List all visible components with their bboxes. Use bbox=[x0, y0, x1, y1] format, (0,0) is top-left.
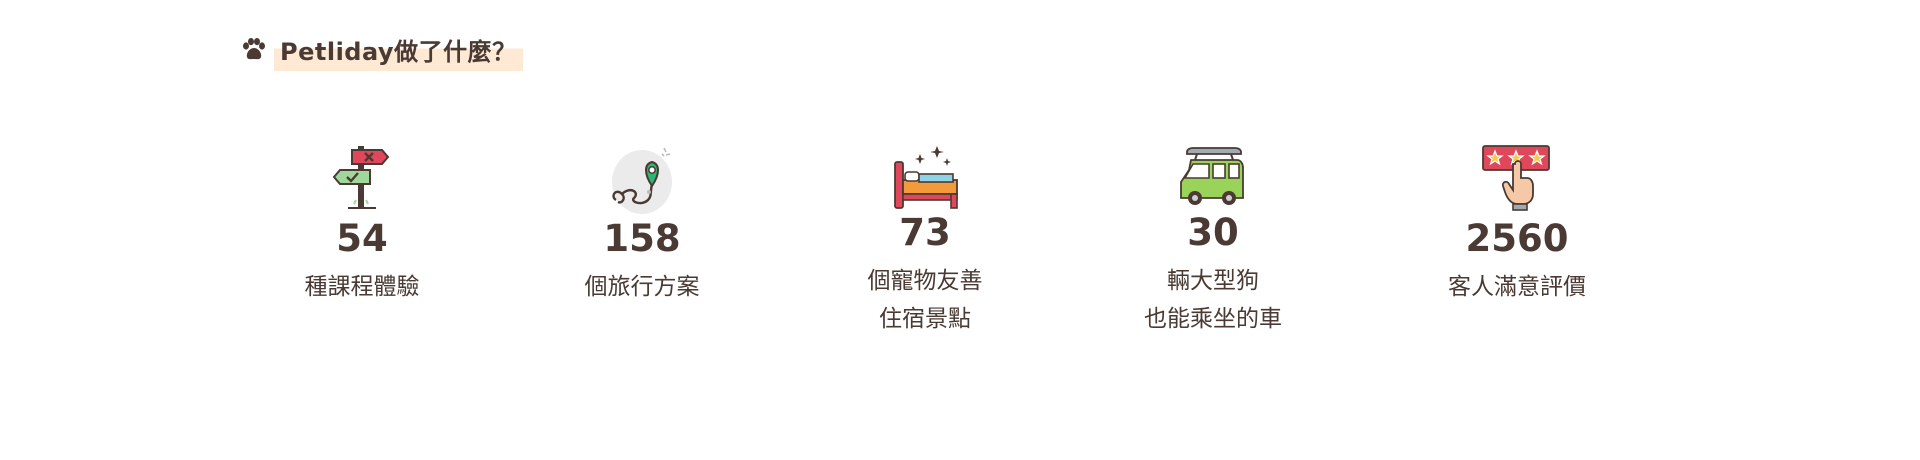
signpost-icon bbox=[332, 146, 390, 209]
stat-travel-plans: 158 個旅行方案 bbox=[522, 140, 762, 306]
stat-number: 54 bbox=[336, 217, 388, 260]
stat-number: 2560 bbox=[1465, 217, 1569, 260]
stat-label: 種課程體驗 bbox=[304, 274, 420, 300]
stat-label: 個寵物友善 住宿景點 bbox=[867, 268, 983, 332]
stat-label: 輛大型狗 也能乘坐的車 bbox=[1144, 268, 1282, 332]
stat-number: 158 bbox=[603, 217, 681, 260]
paw-icon bbox=[243, 38, 265, 60]
page: Petliday做了什麼？ 54 種課程體驗 158 個旅行方案 73 個寵物友… bbox=[0, 0, 1920, 460]
stat-label: 客人滿意評價 bbox=[1448, 274, 1586, 300]
stat-cars: 30 輛大型狗 也能乘坐的車 bbox=[1093, 140, 1333, 338]
car-icon bbox=[1180, 147, 1244, 205]
stat-number: 30 bbox=[1187, 211, 1239, 254]
rating-stars-icon bbox=[1482, 145, 1550, 211]
stat-courses: 54 種課程體驗 bbox=[242, 140, 482, 306]
stat-label: 個旅行方案 bbox=[584, 274, 700, 300]
stat-number: 73 bbox=[899, 211, 951, 254]
bed-icon bbox=[894, 146, 958, 209]
section-title: Petliday做了什麼？ bbox=[274, 29, 523, 71]
route-map-icon bbox=[612, 147, 672, 214]
section-heading: Petliday做了什麼？ bbox=[240, 29, 523, 71]
stat-reviews: 2560 客人滿意評價 bbox=[1397, 140, 1637, 306]
stat-accommodation: 73 個寵物友善 住宿景點 bbox=[805, 140, 1045, 338]
